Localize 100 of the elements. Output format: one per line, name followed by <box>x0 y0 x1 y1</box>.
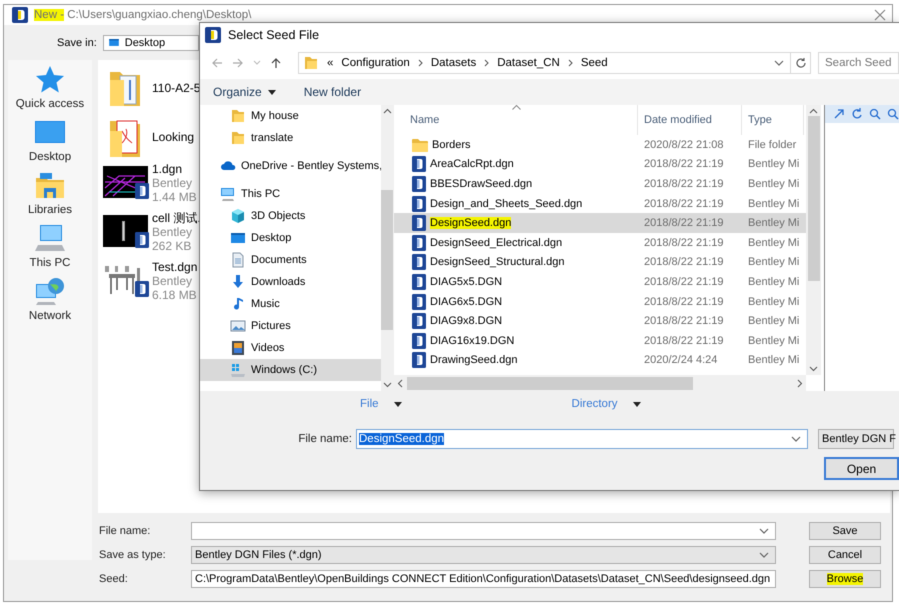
file-icon <box>412 176 426 192</box>
save-in-dropdown[interactable]: Desktop <box>102 34 199 50</box>
nav-item[interactable]: Videos <box>200 337 381 359</box>
file-row[interactable]: DesignSeed.dgn 2018/8/22 21:19 Bentley Mi <box>394 213 806 233</box>
file-row[interactable]: DesignSeed_Structural.dgn 2018/8/22 21:19 Bentley Mi <box>394 252 806 272</box>
nav-item[interactable]: Downloads <box>200 271 381 293</box>
breadcrumb-item[interactable]: Configuration <box>341 56 410 68</box>
file-row[interactable]: BBESDrawSeed.dgn 2018/8/22 21:19 Bentley Mi <box>394 174 806 194</box>
place-item[interactable]: This PC <box>30 223 70 276</box>
breadcrumb-item[interactable]: Dataset_CN <box>497 56 560 68</box>
file-icon <box>412 352 426 368</box>
scroll-down-icon[interactable] <box>809 366 818 372</box>
back-arrow-icon[interactable] <box>211 56 223 68</box>
date-modified: 2018/8/22 21:19 <box>643 256 725 268</box>
file-name[interactable]: 110-A2-5 <box>152 81 200 95</box>
browse-button[interactable]: Browse <box>809 570 881 588</box>
address-bar[interactable]: « Configuration Datasets Dataset_CN Seed <box>298 52 791 74</box>
file-icon <box>412 313 426 330</box>
open-button[interactable]: Open <box>824 457 899 480</box>
view-option-link[interactable]: Directory <box>572 398 618 410</box>
nav-item[interactable]: Windows (C:) <box>200 359 381 381</box>
close-icon[interactable] <box>874 9 886 21</box>
file-type: Bentley Mi <box>747 276 800 288</box>
date-modified: 2018/8/22 21:19 <box>643 334 725 347</box>
scroll-down-icon[interactable] <box>382 382 392 388</box>
file-type-dropdown[interactable]: Bentley DGN F <box>818 429 894 449</box>
column-header[interactable]: Date modified <box>638 105 742 135</box>
scrollbar[interactable] <box>394 375 806 391</box>
rotate-icon[interactable] <box>851 108 863 120</box>
scroll-left-icon[interactable] <box>397 378 403 388</box>
chevron-down-icon <box>759 552 769 558</box>
file-size: 6.18 MB <box>152 288 197 302</box>
seed-path-field[interactable]: C:\ProgramData\Bentley\OpenBuildings CONNECT Edition\Configuration\Datasets\Dataset_CN\Seed\designseed.dgn <box>191 570 776 588</box>
field-label: File name: <box>297 433 353 445</box>
scrollbar-thumb[interactable] <box>407 376 693 390</box>
file-name[interactable]: Test.dgn <box>152 260 198 274</box>
overflow-chevron[interactable]: « <box>327 56 334 68</box>
file-icon <box>412 234 426 251</box>
scrollbar[interactable] <box>806 105 821 375</box>
scrollbar-thumb[interactable] <box>381 190 394 330</box>
place-item[interactable]: Quick access <box>16 64 84 117</box>
up-arrow-icon[interactable] <box>270 56 282 68</box>
refresh-button[interactable] <box>791 52 811 74</box>
file-icon <box>134 183 148 199</box>
file-type: Bentley <box>152 274 192 288</box>
file-row[interactable]: Borders 2020/8/22 21:08 File folder <box>394 135 806 155</box>
column-header[interactable]: Name <box>394 105 638 135</box>
file-row[interactable]: AreaCalcRpt.dgn 2018/8/22 21:19 Bentley Mi <box>394 154 806 174</box>
file-row[interactable]: DIAG9x8.DGN 2018/8/22 21:19 Bentley Mi <box>394 311 806 331</box>
nav-item[interactable]: My house <box>200 105 381 127</box>
magnifier-icon[interactable] <box>887 108 899 120</box>
file-name-field[interactable]: DesignSeed.dgn <box>356 429 808 449</box>
folder-icon <box>230 108 246 124</box>
file-row[interactable]: DIAG5x5.DGN 2018/8/22 21:19 Bentley Mi <box>394 272 806 292</box>
place-item[interactable]: Network <box>28 276 72 329</box>
file-name[interactable]: Looking <box>152 130 194 144</box>
document-icon <box>230 252 246 268</box>
breadcrumb-item[interactable]: Datasets <box>430 56 476 68</box>
nav-item[interactable]: translate <box>200 127 381 149</box>
view-option-link[interactable]: File <box>360 398 379 410</box>
folder-icon <box>230 130 246 146</box>
arrow-icon[interactable] <box>833 108 845 120</box>
file-icon <box>412 294 426 310</box>
scroll-right-icon[interactable] <box>797 378 803 388</box>
scroll-up-icon[interactable] <box>382 108 392 114</box>
column-header[interactable]: Type <box>742 105 804 135</box>
file-size: 1.44 MB <box>152 190 197 204</box>
magnifier-icon[interactable] <box>869 108 881 120</box>
file-name: DIAG16x19.DGN <box>430 334 514 347</box>
place-item[interactable]: Desktop <box>28 117 72 170</box>
forward-arrow-icon[interactable] <box>232 56 244 68</box>
file-name: BBESDrawSeed.dgn <box>430 178 532 190</box>
file-name[interactable]: 1.dgn <box>152 162 182 176</box>
nav-item[interactable]: Desktop <box>200 227 381 249</box>
file-type: Bentley Mi <box>747 198 800 210</box>
nav-item[interactable]: This PC <box>200 183 381 205</box>
date-modified: 2018/8/22 21:19 <box>643 217 725 230</box>
toolbar-button[interactable]: New folder <box>300 83 366 101</box>
nav-item[interactable]: Documents <box>200 249 381 271</box>
file-name-field[interactable] <box>191 522 776 540</box>
window-title: Select Seed File <box>228 28 320 42</box>
save-button[interactable]: Save <box>809 522 881 540</box>
file-row[interactable]: Design_and_Sheets_Seed.dgn 2018/8/22 21:19 Bentley Mi <box>394 194 806 214</box>
file-row[interactable]: DrawingSeed.dgn 2020/2/24 4:24 Bentley Mi <box>394 350 806 370</box>
file-row[interactable]: DIAG6x5.DGN 2018/8/22 21:19 Bentley Mi <box>394 292 806 312</box>
file-type: Bentley Mi <box>747 315 800 328</box>
nav-item[interactable]: 3D Objects <box>200 205 381 227</box>
search-field[interactable]: Search Seed <box>818 52 899 74</box>
scrollbar-thumb[interactable] <box>808 116 820 281</box>
date-modified: 2018/8/22 21:19 <box>643 158 725 170</box>
nav-item[interactable]: Pictures <box>200 315 381 337</box>
file-row[interactable]: DIAG16x19.DGN 2018/8/22 21:19 Bentley Mi <box>394 330 806 351</box>
place-item[interactable]: Libraries <box>28 170 72 223</box>
cancel-button[interactable]: Cancel <box>809 546 881 564</box>
file-row[interactable]: DesignSeed_Electrical.dgn 2018/8/22 21:19 Bentley Mi <box>394 232 806 253</box>
breadcrumb-item[interactable]: Seed <box>580 56 608 68</box>
file-type-dropdown[interactable]: Bentley DGN Files (*.dgn) <box>191 546 776 564</box>
scroll-up-icon[interactable] <box>809 108 818 114</box>
nav-item[interactable]: Music <box>200 293 381 315</box>
toolbar-button[interactable]: Organize <box>209 83 280 101</box>
